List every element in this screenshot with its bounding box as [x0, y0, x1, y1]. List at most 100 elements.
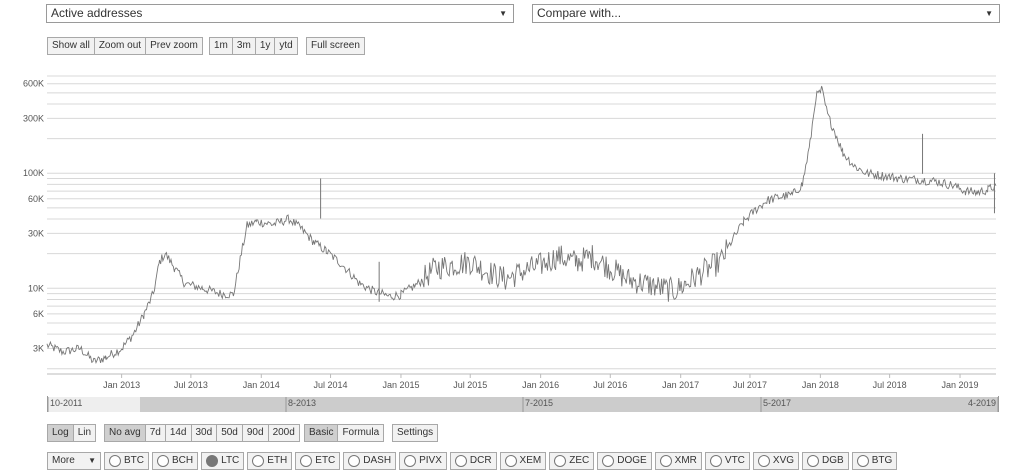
coin-option-dash[interactable]: DASH [343, 452, 397, 470]
x-tick-label: Jul 2014 [314, 380, 348, 390]
y-tick-label: 30K [28, 228, 44, 238]
average-controls: No avg 7d 14d 30d 50d 90d 200d [104, 424, 300, 442]
radio-icon [602, 455, 615, 467]
radio-icon [454, 455, 467, 467]
navigator-window[interactable] [140, 397, 999, 412]
avg-50d-button[interactable]: 50d [217, 424, 243, 442]
coin-label: DOGE [617, 455, 647, 466]
x-tick-label: Jan 2015 [382, 380, 419, 390]
coin-label: XMR [674, 455, 697, 466]
more-select-box: More ▼ [47, 452, 101, 470]
coin-label: ZEC [569, 455, 590, 466]
chart[interactable]: 600K 300K 100K 60K 30K 10K 6K 3K Jan 2013 Jul 20… [0, 0, 1024, 400]
avg-14d-button[interactable]: 14d [165, 424, 192, 442]
more-select[interactable]: More ▼ [47, 452, 101, 470]
lin-scale-button[interactable]: Lin [73, 424, 97, 442]
settings-controls: Settings [392, 424, 439, 442]
y-tick-label: 6K [33, 309, 44, 319]
radio-icon [300, 455, 313, 467]
coin-label: BTC [124, 455, 144, 466]
coin-label: ETH [267, 455, 288, 466]
avg-200d-button[interactable]: 200d [268, 424, 300, 442]
chevron-down-icon: ▼ [88, 456, 96, 465]
series-line [46, 85, 997, 365]
y-tick-label: 60K [28, 194, 44, 204]
chart-series [46, 85, 997, 365]
log-scale-button[interactable]: Log [47, 424, 74, 442]
coin-option-xmr[interactable]: XMR [654, 452, 702, 470]
coin-label: ETC [315, 455, 336, 466]
radio-icon [554, 455, 567, 467]
coin-option-zec[interactable]: ZEC [549, 452, 595, 470]
x-tick-label: Jan 2014 [243, 380, 280, 390]
avg-30d-button[interactable]: 30d [191, 424, 218, 442]
coin-label: VTC [724, 455, 745, 466]
coin-option-vtc[interactable]: VTC [704, 452, 750, 470]
coin-label: BCH [172, 455, 194, 466]
radio-icon [807, 455, 820, 467]
radio-icon [252, 455, 265, 467]
x-tick-label: Jan 2016 [522, 380, 559, 390]
coin-option-doge[interactable]: DOGE [597, 452, 652, 470]
coin-option-bch[interactable]: BCH [152, 452, 199, 470]
chart-grid [47, 75, 996, 375]
coin-option-ltc[interactable]: LTC [201, 452, 245, 470]
coin-label: DGB [822, 455, 844, 466]
navigator-label: 4-2019 [968, 398, 996, 408]
radio-icon [659, 455, 672, 467]
y-tick-label: 300K [23, 113, 44, 123]
coin-option-pivx[interactable]: PIVX [399, 452, 447, 470]
no-avg-button[interactable]: No avg [104, 424, 146, 442]
x-axis-ticks: Jan 2013 Jul 2013 Jan 2014 Jul 2014 Jan 2015… [103, 374, 979, 390]
more-select-label: More [52, 455, 75, 466]
navigator-label: 10-2011 [50, 398, 82, 408]
x-tick-label: Jul 2013 [174, 380, 208, 390]
coin-label: XVG [772, 455, 795, 466]
x-tick-label: Jul 2018 [873, 380, 907, 390]
coin-option-dcr[interactable]: DCR [449, 452, 497, 470]
radio-icon [709, 455, 722, 467]
x-tick-label: Jul 2016 [593, 380, 627, 390]
radio-icon [757, 455, 770, 467]
basic-mode-button[interactable]: Basic [304, 424, 339, 442]
y-axis-ticks: 600K 300K 100K 60K 30K 10K 6K 3K [23, 79, 44, 354]
x-tick-label: Jan 2013 [103, 380, 140, 390]
avg-7d-button[interactable]: 7d [145, 424, 166, 442]
coin-option-btg[interactable]: BTG [851, 452, 898, 470]
coin-label: XEM [519, 455, 542, 466]
coin-selector: BTC BCH LTC ETH ETC DASH PIVX DCR XEM ZEC DOGE XMR V… [104, 452, 898, 470]
navigator-label: 7-2015 [525, 398, 553, 408]
y-tick-label: 600K [23, 79, 44, 89]
radio-icon [348, 455, 361, 467]
radio-icon [856, 455, 869, 467]
x-tick-label: Jan 2017 [662, 380, 699, 390]
coin-option-btc[interactable]: BTC [104, 452, 149, 470]
x-tick-label: Jul 2017 [733, 380, 767, 390]
y-tick-label: 100K [23, 168, 44, 178]
avg-90d-button[interactable]: 90d [242, 424, 269, 442]
coin-option-dgb[interactable]: DGB [802, 452, 849, 470]
coin-label: DCR [469, 455, 492, 466]
navigator[interactable]: 10-2011 8-2013 7-2015 5-2017 4-2019 [0, 396, 1024, 416]
coin-option-etc[interactable]: ETC [295, 452, 341, 470]
x-tick-label: Jan 2018 [802, 380, 839, 390]
settings-button[interactable]: Settings [392, 424, 439, 442]
radio-icon [404, 455, 417, 467]
scale-controls: Log Lin [47, 424, 97, 442]
coin-label: BTG [871, 455, 893, 466]
coin-label: PIVX [419, 455, 442, 466]
coin-label: LTC [221, 455, 240, 466]
coin-label: DASH [363, 455, 392, 466]
radio-icon [109, 455, 121, 467]
y-tick-label: 3K [33, 343, 44, 353]
formula-mode-button[interactable]: Formula [338, 424, 385, 442]
navigator-label: 5-2017 [763, 398, 791, 408]
navigator-label: 8-2013 [288, 398, 316, 408]
coin-option-xvg[interactable]: XVG [752, 452, 800, 470]
radio-icon [206, 455, 219, 467]
mode-controls: Basic Formula [304, 424, 385, 442]
coin-option-eth[interactable]: ETH [247, 452, 293, 470]
y-tick-label: 10K [28, 283, 44, 293]
x-tick-label: Jul 2015 [453, 380, 487, 390]
coin-option-xem[interactable]: XEM [499, 452, 547, 470]
